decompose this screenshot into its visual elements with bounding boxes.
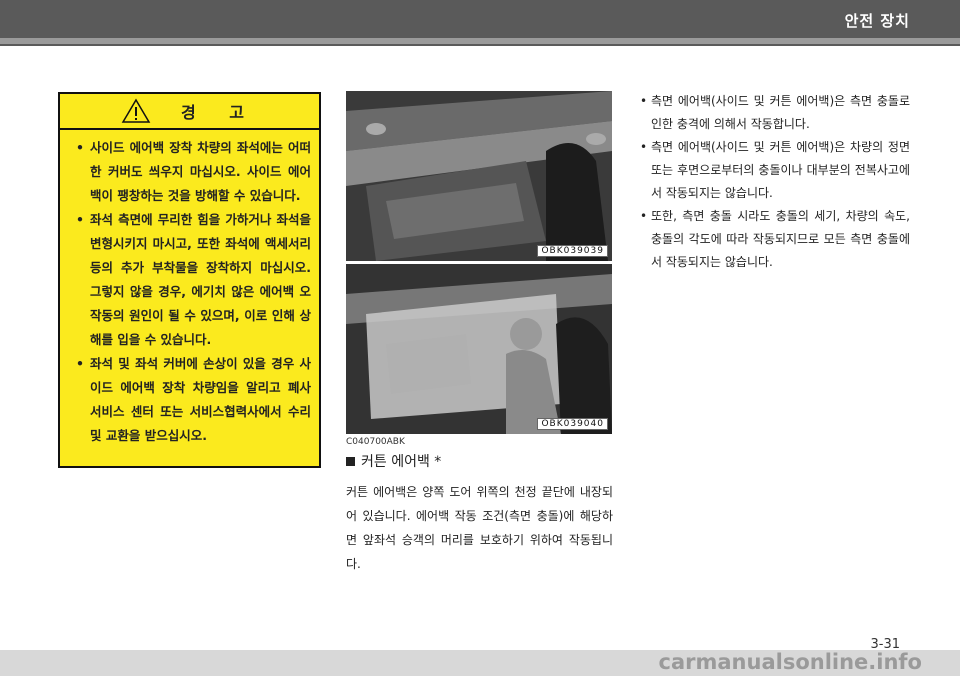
warning-title: 경 고 [180, 103, 258, 122]
note-item: • 또한, 측면 충돌 시라도 충돌의 세기, 차량의 속도, 충돌의 각도에 따… [640, 209, 910, 269]
warning-header: 경 고 [60, 94, 319, 130]
figure-side-airbag-photo: OBK039039 [346, 91, 612, 261]
section-title: 커튼 에어백 * [346, 451, 441, 471]
section-title-text: 커튼 에어백 * [361, 454, 442, 470]
car-interior-door-image [346, 91, 612, 261]
page-header: 안전 장치 [0, 0, 960, 46]
caption-code: C040700ABK [346, 437, 405, 447]
watermark-text: carmanualsonline.info [658, 650, 922, 674]
figure-code: OBK039040 [537, 418, 608, 430]
figure-curtain-airbag-photo: OBK039040 [346, 264, 612, 434]
warning-item: • 좌석 측면에 무리한 힘을 가하거나 좌석을 변형시키지 마시고, 또한 좌석… [76, 212, 311, 347]
note-item: • 측면 에어백(사이드 및 커튼 에어백)은 차량의 정면 또는 후면으로부터의… [640, 140, 910, 200]
curtain-airbag-deployed-image [346, 264, 612, 434]
notes-list: • 측면 에어백(사이드 및 커튼 에어백)은 측면 충돌로 인한 충격에 의해서… [638, 90, 910, 274]
section-header-title: 안전 장치 [844, 12, 910, 30]
header-stripe [0, 38, 960, 44]
figure-code: OBK039039 [537, 245, 608, 257]
note-item: • 측면 에어백(사이드 및 커튼 에어백)은 측면 충돌로 인한 충격에 의해서… [640, 94, 910, 131]
warning-item: • 좌석 및 좌석 커버에 손상이 있을 경우 사이드 에어백 장착 차량임을 알… [76, 356, 311, 443]
warning-box: 경 고 • 사이드 에어백 장착 차량의 좌석에는 어떠한 커버도 씌우지 마십시… [58, 92, 321, 468]
section-body: 커튼 에어백은 양쪽 도어 위쪽의 천정 끝단에 내장되어 있습니다. 에어백 … [346, 485, 613, 571]
warning-triangle-icon [121, 98, 151, 123]
watermark-bar: carmanualsonline.info [0, 650, 960, 676]
warning-item: • 사이드 에어백 장착 차량의 좌석에는 어떠한 커버도 씌우지 마십시오. 사… [76, 140, 311, 203]
warning-list: • 사이드 에어백 장착 차량의 좌석에는 어떠한 커버도 씌우지 마십시오. 사… [60, 130, 319, 448]
square-bullet-icon [346, 456, 355, 466]
